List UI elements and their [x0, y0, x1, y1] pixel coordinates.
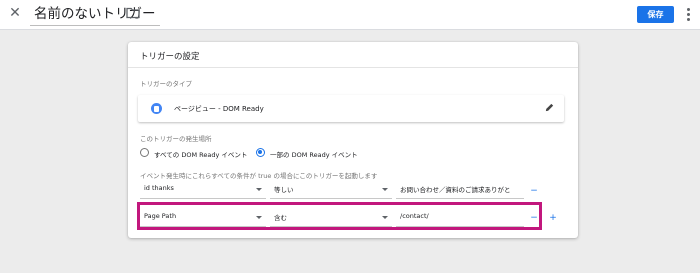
folder-icon[interactable]: [126, 7, 140, 19]
fire-on-label: このトリガーの発生場所: [140, 135, 212, 143]
card-title: トリガーの設定: [140, 52, 200, 62]
condition-variable-select[interactable]: id thanks: [140, 180, 266, 199]
dropdown-arrow-icon: [256, 188, 262, 191]
radio-all-events-label: すべての DOM Ready イベント: [154, 151, 248, 159]
trigger-type-selector[interactable]: ページビュー - DOM Ready: [138, 95, 564, 122]
add-condition-button[interactable]: +: [549, 214, 557, 223]
trigger-name-input[interactable]: 名前のないトリガー: [30, 2, 160, 26]
condition-label: イベント発生時にこれらすべての条件が true の場合にこのトリガーを起動します: [140, 172, 378, 180]
condition-value-text: お問い合わせ／資料のご請求ありがと: [400, 186, 511, 194]
highlight-annotation-box: [137, 202, 542, 230]
edit-pencil-icon[interactable]: [544, 102, 555, 113]
condition-variable-value: id thanks: [144, 184, 174, 192]
condition-value-input[interactable]: お問い合わせ／資料のご請求ありがと: [396, 180, 524, 199]
condition-operator-value: 等しい: [274, 186, 294, 194]
remove-condition-button[interactable]: −: [530, 187, 538, 196]
card-header: トリガーの設定: [128, 42, 578, 68]
dropdown-arrow-icon: [382, 188, 388, 191]
trigger-type-value: ページビュー - DOM Ready: [174, 105, 264, 113]
more-vert-icon[interactable]: [685, 6, 691, 23]
save-button[interactable]: 保存: [637, 6, 674, 23]
top-bar: ✕ 名前のないトリガー 保存: [0, 0, 700, 30]
radio-all-events[interactable]: [140, 148, 149, 157]
condition-operator-select[interactable]: 等しい: [270, 180, 392, 199]
radio-some-events-label: 一部の DOM Ready イベント: [270, 151, 358, 159]
close-icon[interactable]: ✕: [8, 6, 22, 20]
trigger-type-label: トリガーのタイプ: [140, 80, 192, 88]
radio-some-events[interactable]: [256, 148, 265, 157]
page-view-icon: [151, 103, 162, 114]
